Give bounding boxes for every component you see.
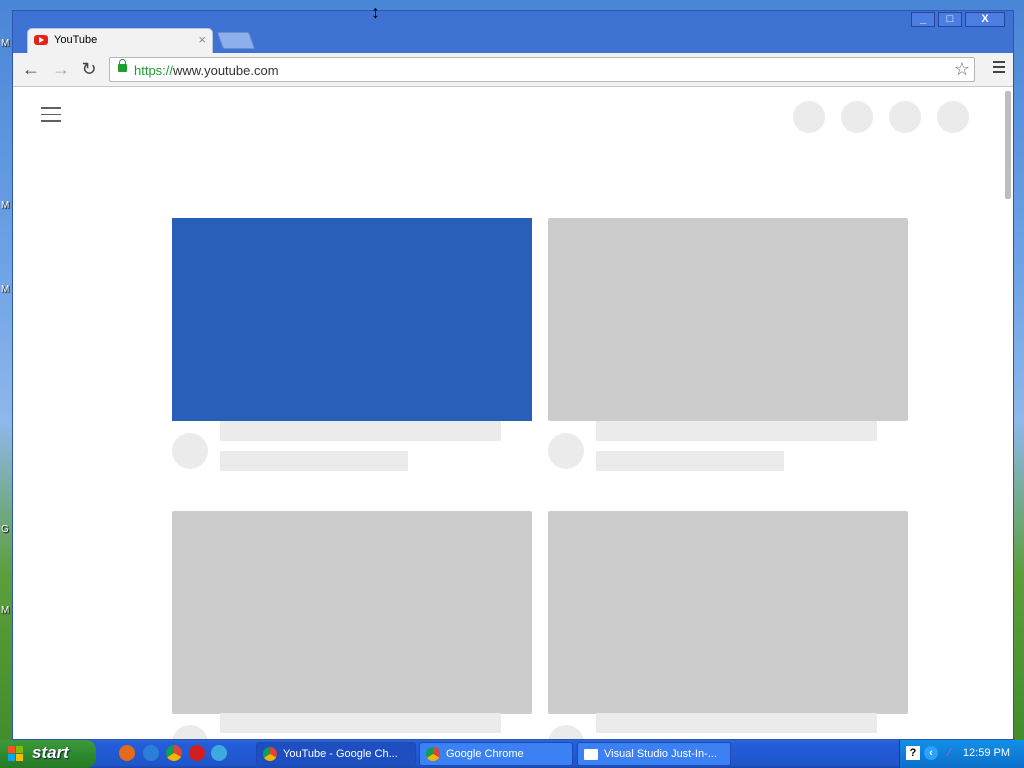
- lock-icon: [118, 59, 127, 72]
- chrome-icon: [263, 747, 277, 761]
- channel-avatar-placeholder: [172, 725, 208, 739]
- video-thumbnail-placeholder[interactable]: [548, 218, 908, 421]
- chrome-icon: [426, 747, 440, 761]
- opera-icon[interactable]: [189, 745, 205, 761]
- header-placeholder-circle: [889, 101, 921, 133]
- start-label: start: [32, 743, 69, 762]
- maximize-button[interactable]: □: [938, 12, 962, 27]
- header-placeholder-circle: [841, 101, 873, 133]
- minimize-button[interactable]: _: [911, 12, 935, 27]
- chrome-menu-icon[interactable]: [993, 61, 1005, 76]
- chrome-icon[interactable]: [166, 745, 182, 761]
- reload-icon[interactable]: ↻: [79, 59, 99, 79]
- video-title-placeholder: [220, 713, 501, 733]
- task-visual-studio-jit[interactable]: Visual Studio Just-In-...: [577, 742, 731, 766]
- start-button[interactable]: start: [0, 740, 96, 768]
- hamburger-menu-icon[interactable]: [41, 107, 61, 127]
- taskbar: start YouTube - Google Ch... Google Chro…: [0, 740, 1024, 768]
- resize-cursor-icon: ↕: [371, 2, 380, 22]
- back-arrow-icon[interactable]: ←: [21, 59, 41, 79]
- app-quicklaunch-icon[interactable]: [211, 745, 227, 761]
- help-icon[interactable]: ?: [906, 746, 920, 760]
- task-label: Visual Studio Just-In-...: [604, 748, 717, 760]
- channel-avatar-placeholder: [548, 725, 584, 739]
- back-arrow-tray-icon[interactable]: ‹: [924, 746, 938, 760]
- internet-explorer-icon[interactable]: [143, 745, 159, 761]
- window-controls: _ □ X: [911, 12, 1005, 27]
- tab-close-icon[interactable]: ×: [198, 32, 206, 47]
- tab-youtube[interactable]: YouTube ×: [27, 28, 213, 54]
- forward-arrow-icon[interactable]: →: [51, 59, 71, 79]
- clock[interactable]: 12:59 PM: [963, 747, 1010, 759]
- browser-toolbar: ← → ↻ https://www.youtube.com ☆: [13, 53, 1013, 87]
- youtube-favicon-icon: [34, 35, 48, 45]
- system-tray: ? ‹ ∕ 12:59 PM: [899, 740, 1024, 768]
- channel-avatar-placeholder: [548, 433, 584, 469]
- video-thumbnail[interactable]: [172, 218, 532, 421]
- bookmark-star-icon[interactable]: ☆: [954, 59, 970, 80]
- window-icon: [584, 749, 598, 760]
- video-title-placeholder: [220, 421, 501, 441]
- video-meta-placeholder: [220, 451, 408, 471]
- task-youtube-chrome[interactable]: YouTube - Google Ch...: [256, 742, 416, 766]
- task-label: YouTube - Google Ch...: [283, 748, 398, 760]
- video-thumbnail-placeholder[interactable]: [548, 511, 908, 714]
- scrollbar-thumb[interactable]: [1005, 91, 1011, 199]
- video-meta-placeholder: [596, 451, 784, 471]
- tab-strip: YouTube × _ □ X: [13, 11, 1013, 54]
- pen-icon[interactable]: ∕: [942, 746, 956, 760]
- header-placeholder-circle: [793, 101, 825, 133]
- close-window-button[interactable]: X: [965, 12, 1005, 27]
- chrome-window: YouTube × _ □ X ← → ↻ https://www.youtub…: [12, 10, 1014, 740]
- windows-logo-icon: [8, 746, 24, 762]
- tab-title: YouTube: [54, 34, 98, 46]
- channel-avatar-placeholder: [172, 433, 208, 469]
- video-title-placeholder: [596, 421, 877, 441]
- new-tab-button[interactable]: [216, 32, 256, 49]
- url-text: https://www.youtube.com: [134, 63, 279, 78]
- video-thumbnail-placeholder[interactable]: [172, 511, 532, 714]
- task-google-chrome[interactable]: Google Chrome: [419, 742, 573, 766]
- page-viewport: [13, 87, 1013, 739]
- video-title-placeholder: [596, 713, 877, 733]
- task-label: Google Chrome: [446, 748, 524, 760]
- header-placeholder-circle: [937, 101, 969, 133]
- address-bar[interactable]: https://www.youtube.com ☆: [109, 57, 975, 82]
- firefox-icon[interactable]: [119, 745, 135, 761]
